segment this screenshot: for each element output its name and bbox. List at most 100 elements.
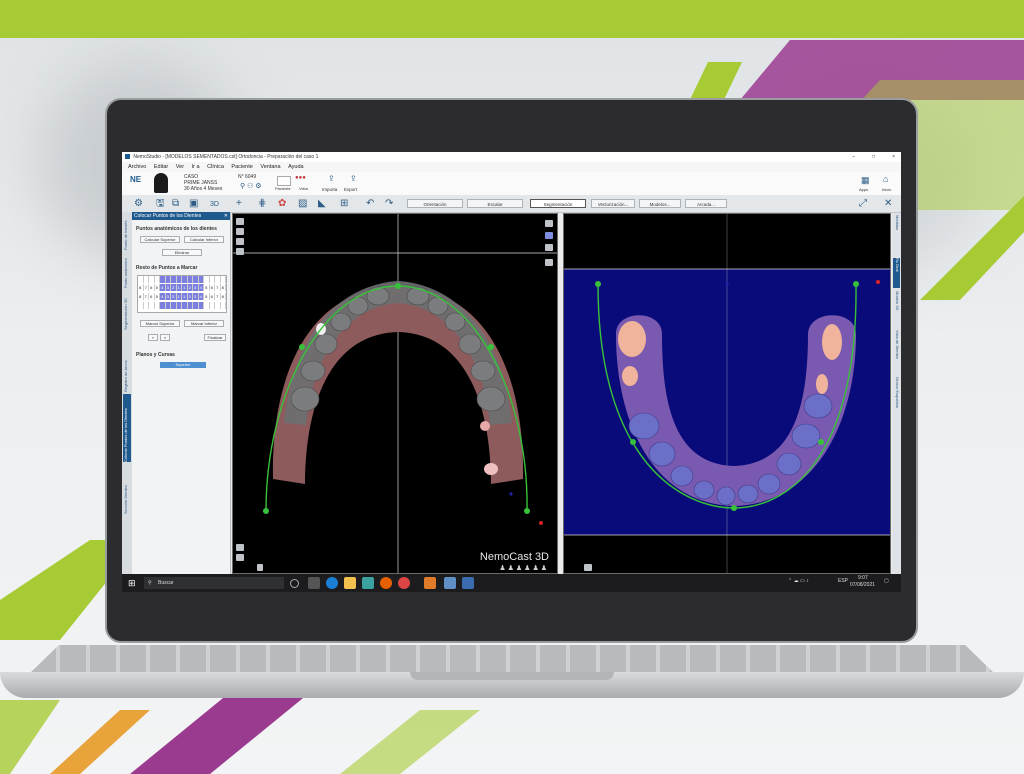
teeth-view-icon[interactable]	[545, 232, 553, 239]
edge-icon[interactable]	[326, 577, 338, 589]
side-tab-grosor-esqueleto[interactable]: Grosor Esqueleto	[893, 377, 900, 421]
calcular-superior-button[interactable]: Calcular Superior	[140, 236, 180, 243]
finalizar-button[interactable]: Finalizar	[204, 334, 226, 341]
menu-ayuda[interactable]: Ayuda	[288, 164, 304, 170]
menu-ver[interactable]: Ver	[176, 164, 184, 170]
screenshot-icon[interactable]	[236, 228, 244, 235]
record-icon[interactable]	[236, 544, 244, 551]
rotate-icon[interactable]	[236, 238, 244, 245]
windows-start-icon[interactable]: ⊞	[128, 578, 136, 588]
viewport-lower-arch[interactable]	[563, 213, 891, 574]
right-side-tabs: Medidas Rx Oral Modelo 3D Vista de Dient…	[892, 213, 901, 574]
info-icon[interactable]	[257, 564, 263, 571]
collapse-icon[interactable]	[545, 259, 553, 266]
import-button[interactable]: Importa	[322, 187, 337, 192]
marcar-inferior-button[interactable]: Marcar Inferior	[184, 320, 224, 327]
side-tab-colocar-puntos[interactable]: Colocar Puntos de los Dientes	[123, 394, 131, 462]
tab-vectorizacion[interactable]: Vectorización...	[591, 199, 635, 208]
menu-clinica[interactable]: Clínica	[207, 164, 224, 170]
prev-arrow-button[interactable]: «	[148, 334, 158, 341]
calcular-inferior-button[interactable]: Calcular Inferior	[184, 236, 224, 243]
view-presets-icon[interactable]: ♟♟♟♟♟♟	[499, 564, 549, 572]
tooth-cell[interactable]: 8	[221, 293, 226, 300]
panel-close-icon[interactable]: ✕	[224, 212, 228, 220]
side-tab-rx-oral[interactable]: Rx Oral	[893, 258, 900, 288]
clock-time[interactable]: 9:07	[858, 575, 868, 581]
viewport-upper-arch[interactable]: NemoCast 3D ♟♟♟♟♟♟	[232, 213, 558, 574]
eliminar-button[interactable]: Eliminar	[162, 249, 202, 256]
export-icon[interactable]: ⇪	[350, 174, 357, 183]
cortana-icon[interactable]	[290, 579, 299, 588]
nemo-app-icon[interactable]	[444, 577, 456, 589]
teeth-marker-icon[interactable]: ✿	[278, 198, 286, 209]
redo-icon[interactable]: ↷	[385, 198, 393, 209]
menu-paciente[interactable]: Paciente	[231, 164, 252, 170]
close-panel-icon[interactable]: ✕	[884, 198, 892, 209]
tray-icons[interactable]: ⌃ ☁ ▭ ♪	[788, 578, 809, 584]
save-icon[interactable]: 🖫	[156, 198, 165, 209]
tab-segmentacion[interactable]: Segmentación	[530, 199, 586, 208]
settings-s-icon[interactable]	[584, 564, 592, 571]
close-button[interactable]: ×	[892, 152, 895, 162]
tooth-cell[interactable]: 8	[221, 284, 226, 291]
teeth-grid-blank-row	[138, 302, 226, 309]
crosshair-icon[interactable]: +	[236, 198, 242, 209]
camera-icon[interactable]	[236, 218, 244, 225]
image-icon[interactable]: ▨	[298, 198, 307, 209]
app-icon[interactable]	[362, 577, 374, 589]
taskbar-search[interactable]: ⚲ Buscar	[144, 577, 284, 589]
firefox-icon[interactable]	[380, 577, 392, 589]
clock-date[interactable]: 07/08/2021	[850, 582, 875, 588]
task-view-icon[interactable]	[308, 577, 320, 589]
language-indicator[interactable]: ESP	[838, 578, 848, 584]
tab-arcada[interactable]: Arcada...	[685, 199, 727, 208]
notifications-icon[interactable]: ▢	[884, 578, 889, 584]
nemocast-app-icon[interactable]	[462, 577, 474, 589]
search-icon: ⚲	[148, 580, 152, 586]
marcar-superior-button[interactable]: Marcar Superior	[140, 320, 180, 327]
layout-grid-icon[interactable]: ⊞	[340, 198, 348, 209]
3d-view-icon[interactable]: 3D	[210, 199, 219, 210]
menu-ir-a[interactable]: Ir a	[192, 164, 200, 170]
side-tab-registro-arcos[interactable]: Registro de Arcos	[123, 332, 131, 392]
apps-grid-icon[interactable]: ▦	[861, 175, 870, 186]
side-tab-seccion-dientes[interactable]: Sección Dientes	[123, 464, 131, 514]
camera-icon[interactable]: ◣	[318, 198, 326, 209]
menu-ventana[interactable]: Ventana	[260, 164, 280, 170]
side-tab-punto-interes[interactable]: Punto de Interés	[123, 214, 131, 250]
settings-gear-icon[interactable]: ⚙	[134, 198, 143, 209]
menu-archivo[interactable]: Archivo	[128, 164, 146, 170]
file-explorer-icon[interactable]	[344, 577, 356, 589]
minimize-button[interactable]: –	[852, 152, 855, 162]
next-arrow-button[interactable]: »	[160, 334, 170, 341]
undo-icon[interactable]: ↶	[366, 198, 374, 209]
tab-escalar[interactable]: Escalar	[467, 199, 523, 208]
patient-button[interactable]	[277, 176, 291, 186]
s-app-icon[interactable]	[424, 577, 436, 589]
video-icon[interactable]	[236, 554, 244, 561]
side-tab-modelo-3d[interactable]: Modelo 3D	[893, 291, 900, 327]
side-tab-medidas[interactable]: Medidas	[893, 215, 900, 255]
moon-icon[interactable]	[545, 244, 553, 251]
view-icon[interactable]: ▣	[189, 198, 198, 209]
tab-modelos[interactable]: Modelos...	[639, 199, 681, 208]
side-tab-segmentacion-3d[interactable]: Segmentación 3D	[123, 290, 131, 330]
side-tab-punto-anatomico[interactable]: Punto anatómico	[123, 252, 131, 288]
tab-orientacion[interactable]: Orientación	[407, 199, 463, 208]
layers-icon[interactable]	[545, 220, 553, 227]
patient-avatar	[154, 173, 168, 193]
search-icon[interactable]: ⚲ ⚇ ⚙	[240, 182, 262, 190]
save-as-icon[interactable]: ⧉	[172, 198, 179, 209]
side-tab-vista-dientes[interactable]: Vista de Dientes	[893, 330, 900, 374]
maximize-button[interactable]: □	[872, 152, 875, 162]
expand-icon[interactable]: ⤢	[859, 198, 867, 209]
grid-tool-icon[interactable]: ⋕	[258, 198, 266, 209]
superior-curve-button[interactable]: Superior	[160, 362, 206, 368]
export-button[interactable]: Export	[344, 187, 357, 192]
download-icon[interactable]	[236, 248, 244, 255]
home-icon[interactable]: ⌂	[883, 174, 888, 184]
import-icon[interactable]: ⇪	[328, 174, 335, 183]
menu-editar[interactable]: Editar	[154, 164, 168, 170]
views-icon[interactable]: ●●●	[295, 175, 306, 181]
chrome-icon[interactable]	[398, 577, 410, 589]
